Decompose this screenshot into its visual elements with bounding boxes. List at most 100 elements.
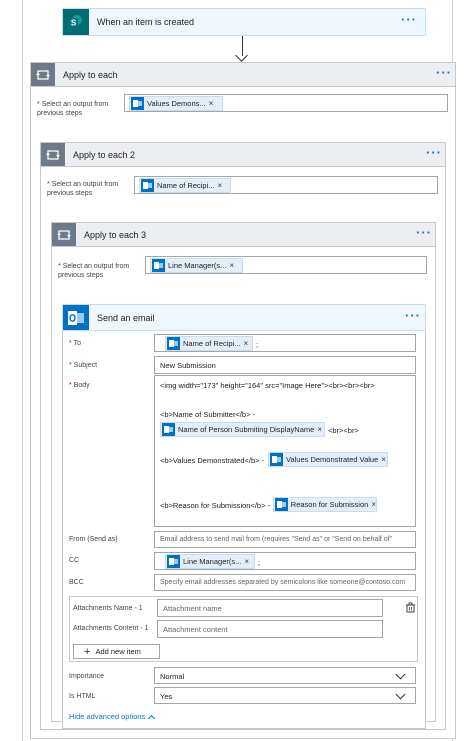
outlook-icon [152, 259, 165, 272]
loop2-token-label: Name of Recipi... [157, 181, 215, 190]
loop1-select-label: * Select an output from previous steps [37, 101, 109, 117]
loop1-select-input[interactable]: Values Demons... × [124, 94, 448, 112]
is-html-select[interactable]: Yes [154, 687, 416, 704]
subject-input[interactable]: New Submission [154, 356, 416, 374]
sharepoint-icon: S [63, 9, 89, 35]
attachment-content-input[interactable]: Attachment content [157, 620, 383, 638]
apply-to-each-header[interactable]: Apply to each ··· [30, 62, 456, 87]
is-html-label: Is HTML [69, 693, 96, 700]
bcc-input[interactable]: Specify email addresses separated by sem… [154, 574, 416, 591]
attachment-content-label: Attachments Content - 1 [73, 625, 149, 632]
loop3-select-label: * Select an output from previous steps [58, 263, 130, 279]
loop2-select-input[interactable]: Name of Recipi... × [134, 176, 438, 194]
apply-to-each-3-title: Apply to each 3 [84, 230, 147, 240]
cc-label: CC [69, 557, 80, 564]
importance-select[interactable]: Normal [154, 667, 416, 684]
body-token-reason-label: Reason for Submission [290, 500, 369, 509]
apply-to-each-more-icon[interactable]: ··· [436, 66, 452, 79]
chevron-down-icon [395, 689, 406, 700]
arrow-down-icon [235, 49, 248, 62]
from-placeholder: Email address to send mail from (require… [160, 536, 393, 543]
loop2-token[interactable]: Name of Recipi... × [139, 178, 231, 193]
bcc-label: BCC [69, 579, 84, 586]
body-input[interactable]: <img width="173" height="164" src="Image… [154, 375, 416, 527]
body-line-values: <b>Values Demonstrated</b> - [160, 456, 265, 465]
remove-token-icon[interactable]: × [317, 425, 322, 434]
remove-token-icon[interactable]: × [244, 557, 249, 566]
apply-to-each-2-header[interactable]: Apply to each 2 ··· [40, 142, 446, 167]
loop1-token-label: Values Demons... [147, 99, 206, 108]
send-email-header[interactable]: Send an email ··· [62, 304, 426, 331]
cc-suffix: ; [258, 558, 261, 567]
trigger-more-icon[interactable]: ··· [401, 13, 417, 26]
loop3-token-label: Line Manager(s... [168, 261, 227, 270]
remove-token-icon[interactable]: × [218, 181, 223, 190]
from-input[interactable]: Email address to send mail from (require… [154, 531, 416, 548]
body-token-values-label: Values Demonstrated Value [286, 455, 379, 464]
outlook-icon [270, 453, 283, 466]
body-token-submitter[interactable]: Name of Person Submiting DisplayName × [160, 422, 325, 437]
subject-value: New Submission [160, 361, 216, 370]
to-suffix: ; [256, 340, 259, 349]
outlook-icon [162, 423, 175, 436]
loop-icon [52, 223, 76, 246]
loop1-token[interactable]: Values Demons... × [129, 96, 223, 111]
outlook-icon [141, 179, 154, 192]
remove-token-icon[interactable]: × [371, 500, 376, 509]
to-token-label: Name of Recipi... [183, 339, 241, 348]
outlook-icon [167, 337, 180, 350]
body-line-reason: <b>Reason for Submission</b> - [160, 501, 271, 510]
plus-icon: + [84, 645, 91, 658]
loop2-select-label: * Select an output from previous steps [47, 181, 119, 197]
delete-item-icon[interactable] [405, 602, 416, 613]
trigger-card[interactable]: S When an item is created ··· [62, 8, 426, 36]
body-token-submitter-label: Name of Person Submiting DisplayName [178, 425, 315, 434]
canvas-edge-left [22, 0, 23, 741]
apply-to-each-2-title: Apply to each 2 [73, 150, 136, 160]
body-token-values[interactable]: Values Demonstrated Value × [268, 452, 388, 467]
outlook-icon [131, 97, 144, 110]
outlook-icon [275, 498, 288, 511]
apply-to-each-3-header[interactable]: Apply to each 3 ··· [51, 222, 436, 247]
loop3-token[interactable]: Line Manager(s... × [150, 258, 243, 273]
svg-text:S: S [71, 19, 77, 28]
apply-to-each-2-more-icon[interactable]: ··· [426, 146, 442, 159]
body-line-image: <img width="173" height="164" src="Image… [160, 381, 375, 390]
importance-label: Importance [69, 673, 105, 680]
body-label: * Body [69, 382, 90, 389]
bcc-placeholder: Specify email addresses separated by sem… [160, 579, 406, 586]
chevron-up-icon [148, 714, 156, 722]
apply-to-each-title: Apply to each [63, 70, 118, 80]
body-line-submitter: <b>Name of Submitter</b> - [160, 410, 256, 419]
apply-to-each-3-more-icon[interactable]: ··· [416, 226, 432, 239]
remove-token-icon[interactable]: × [244, 339, 249, 348]
hide-advanced-options-label: Hide advanced options [69, 712, 146, 721]
cc-token[interactable]: Line Manager(s... × [165, 554, 255, 569]
outlook-icon [167, 555, 180, 568]
attachment-name-input[interactable]: Attachment name [157, 599, 383, 617]
attachment-content-placeholder: Attachment content [163, 625, 228, 634]
from-label: From (Send as) [69, 536, 118, 543]
remove-token-icon[interactable]: × [381, 455, 386, 464]
to-input[interactable]: Name of Recipi... × ; [154, 334, 416, 352]
loop3-select-input[interactable]: Line Manager(s... × [145, 256, 427, 274]
outlook-icon [63, 305, 89, 330]
remove-token-icon[interactable]: × [209, 99, 214, 108]
loop-icon [41, 143, 65, 166]
chevron-down-icon [395, 669, 406, 680]
add-new-item-label: Add new item [95, 647, 141, 656]
add-new-item-button[interactable]: + Add new item [73, 644, 160, 659]
attachment-name-placeholder: Attachment name [163, 604, 222, 613]
body-token-reason[interactable]: Reason for Submission × [273, 497, 377, 512]
hide-advanced-options-link[interactable]: Hide advanced options [69, 712, 156, 722]
is-html-value: Yes [160, 692, 173, 701]
send-email-title: Send an email [97, 313, 155, 323]
send-email-more-icon[interactable]: ··· [405, 309, 421, 322]
loop-icon [31, 63, 55, 86]
remove-token-icon[interactable]: × [229, 261, 234, 270]
body-line-break: <br><br> [328, 426, 359, 435]
to-label: * To [69, 340, 81, 347]
subject-label: * Subject [69, 362, 98, 369]
to-token[interactable]: Name of Recipi... × [165, 336, 253, 351]
cc-input[interactable]: Line Manager(s... × ; [154, 552, 416, 570]
